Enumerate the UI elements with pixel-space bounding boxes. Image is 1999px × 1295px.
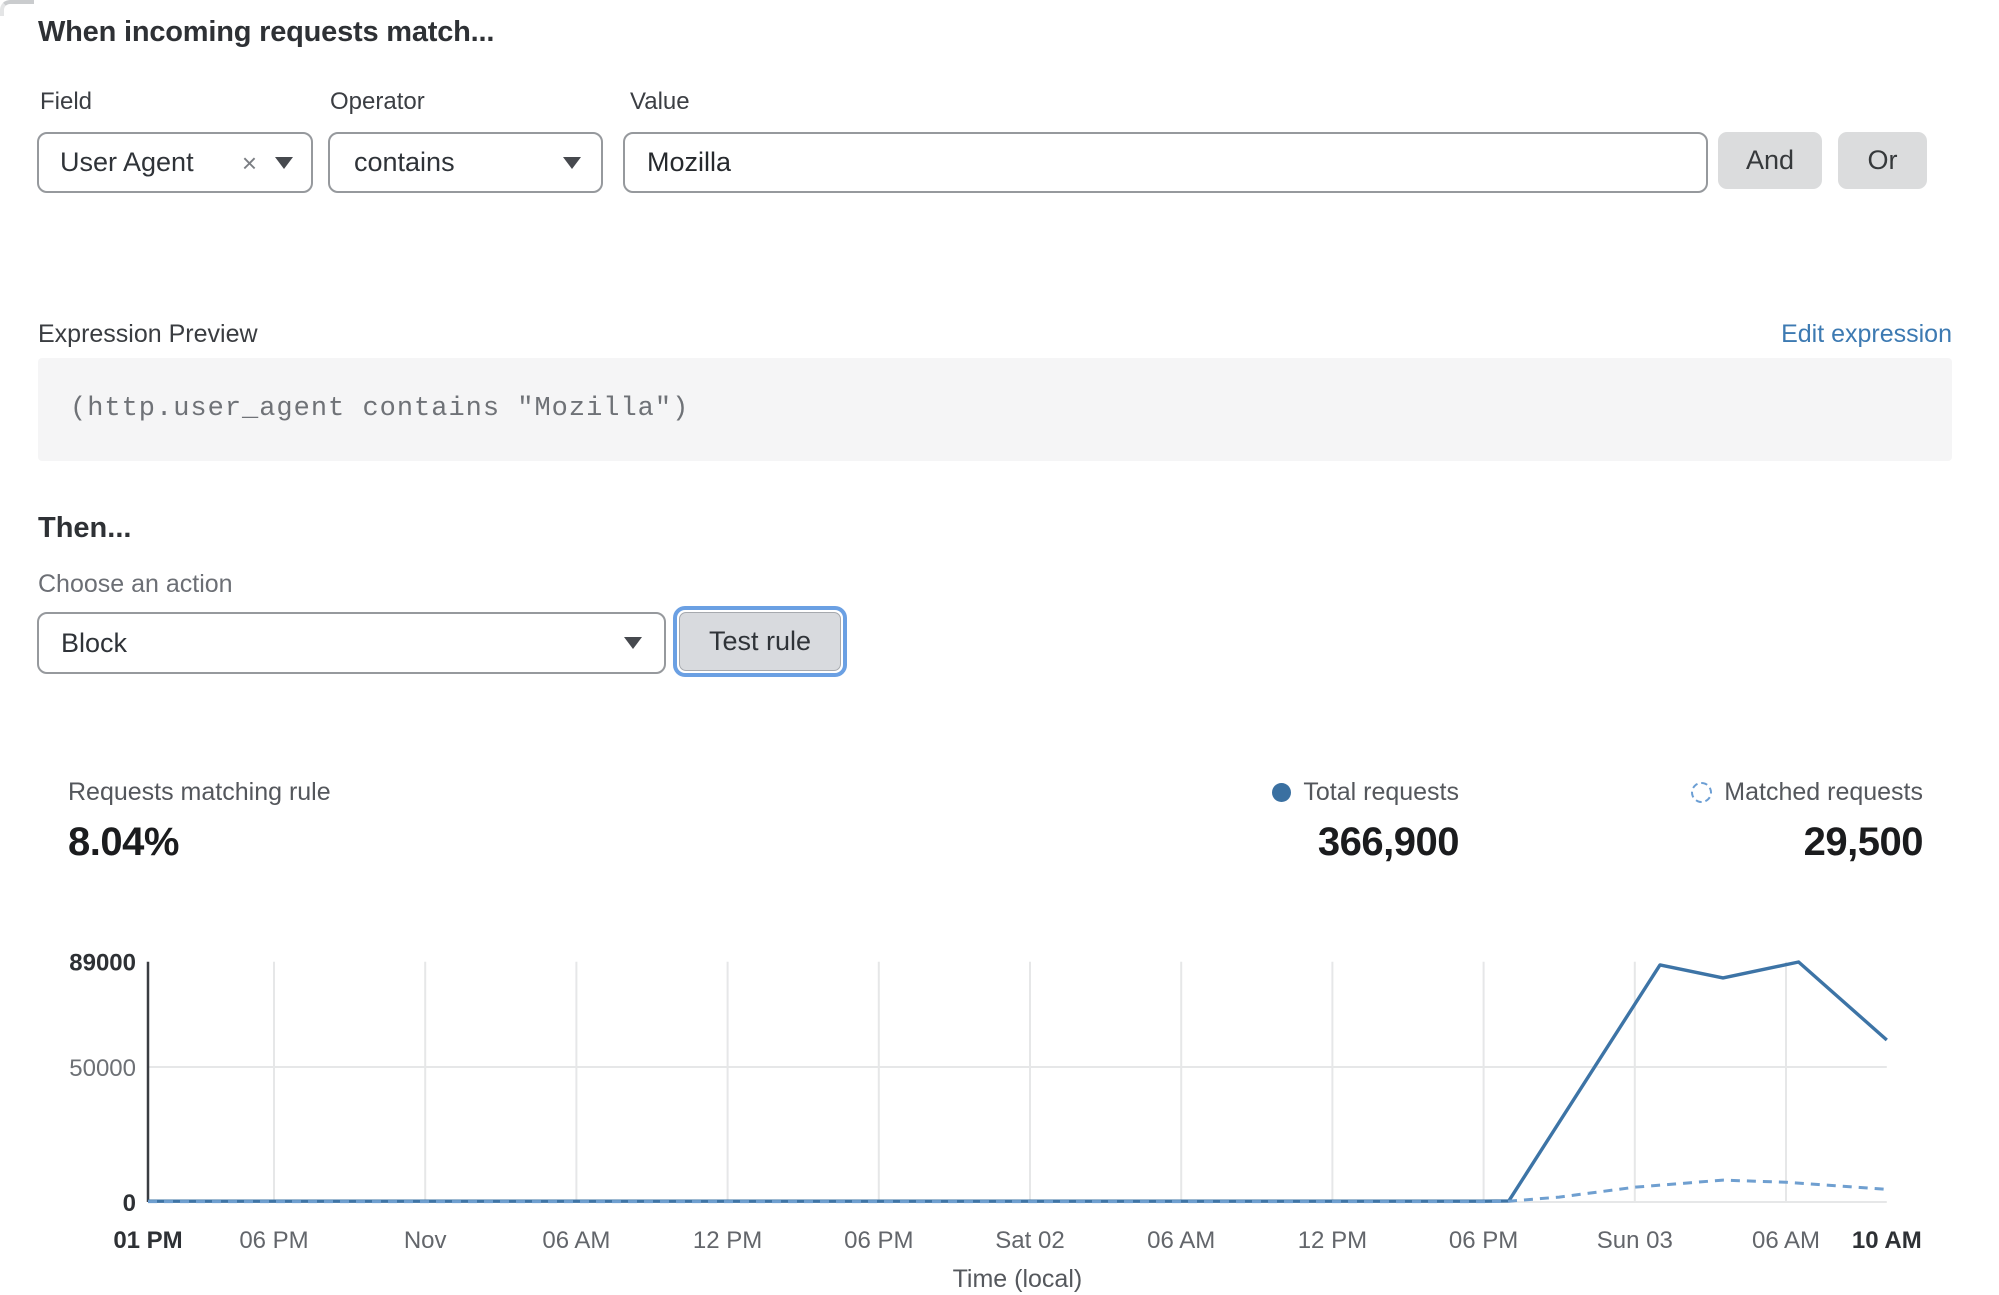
expression-code: (http.user_agent contains "Mozilla") — [38, 358, 1952, 461]
svg-text:12 PM: 12 PM — [1298, 1227, 1367, 1254]
matched-requests-dashed-circle-icon — [1691, 782, 1712, 803]
matched-requests-label: Matched requests — [1724, 778, 1923, 807]
svg-text:Sat 02: Sat 02 — [995, 1227, 1064, 1254]
requests-matching-value: 8.04% — [68, 820, 179, 865]
card-corner-artifact — [0, 0, 34, 16]
test-rule-button[interactable]: Test rule — [679, 612, 841, 671]
svg-text:10 AM: 10 AM — [1852, 1227, 1922, 1254]
caret-down-icon — [275, 157, 293, 169]
svg-text:12 PM: 12 PM — [693, 1227, 762, 1254]
svg-text:Time (local): Time (local) — [953, 1265, 1083, 1293]
svg-text:06 AM: 06 AM — [542, 1227, 610, 1254]
expression-code-block: (http.user_agent contains "Mozilla") — [38, 358, 1952, 461]
caret-down-icon — [624, 637, 642, 649]
then-title: Then... — [38, 512, 131, 545]
svg-text:Sun 03: Sun 03 — [1597, 1227, 1673, 1254]
and-button[interactable]: And — [1718, 132, 1822, 189]
caret-down-icon — [563, 157, 581, 169]
expression-preview-label: Expression Preview — [38, 320, 258, 349]
field-select[interactable]: User Agent × — [37, 132, 313, 193]
value-label: Value — [630, 88, 690, 116]
edit-expression-link[interactable]: Edit expression — [1781, 320, 1952, 349]
requests-chart: 0 50000 89000 01 PM 06 PM Nov 06 AM 12 PM 06 PM S… — [0, 940, 1999, 1295]
page-title: When incoming requests match... — [38, 16, 494, 49]
choose-action-label: Choose an action — [38, 570, 233, 599]
value-input[interactable] — [623, 132, 1708, 193]
svg-text:06 PM: 06 PM — [1449, 1227, 1518, 1254]
or-button[interactable]: Or — [1838, 132, 1927, 189]
total-requests-value: 366,900 — [1318, 820, 1459, 865]
svg-text:89000: 89000 — [69, 950, 136, 977]
total-requests-label: Total requests — [1303, 778, 1459, 807]
remove-field-icon[interactable]: × — [242, 150, 257, 176]
svg-text:01 PM: 01 PM — [113, 1227, 182, 1254]
matched-requests-value: 29,500 — [1804, 820, 1923, 865]
svg-text:06 PM: 06 PM — [239, 1227, 308, 1254]
operator-label: Operator — [330, 88, 425, 116]
test-rule-focus-ring: Test rule — [673, 606, 847, 677]
total-requests-dot-icon — [1272, 783, 1291, 802]
field-select-value: User Agent — [60, 147, 194, 178]
action-select[interactable]: Block — [37, 612, 666, 674]
action-select-value: Block — [61, 628, 127, 659]
requests-matching-label: Requests matching rule — [68, 778, 331, 807]
svg-text:06 PM: 06 PM — [844, 1227, 913, 1254]
svg-text:06 AM: 06 AM — [1147, 1227, 1215, 1254]
field-label: Field — [40, 88, 92, 116]
firewall-rule-builder: When incoming requests match... Field Op… — [0, 0, 1999, 1295]
operator-select-value: contains — [354, 147, 455, 178]
svg-text:06 AM: 06 AM — [1752, 1227, 1820, 1254]
svg-text:0: 0 — [123, 1190, 136, 1217]
matched-requests-legend: Matched requests — [1691, 778, 1923, 807]
svg-text:Nov: Nov — [404, 1227, 447, 1254]
operator-select[interactable]: contains — [328, 132, 603, 193]
svg-text:50000: 50000 — [69, 1055, 136, 1082]
total-requests-legend: Total requests — [1272, 778, 1459, 807]
